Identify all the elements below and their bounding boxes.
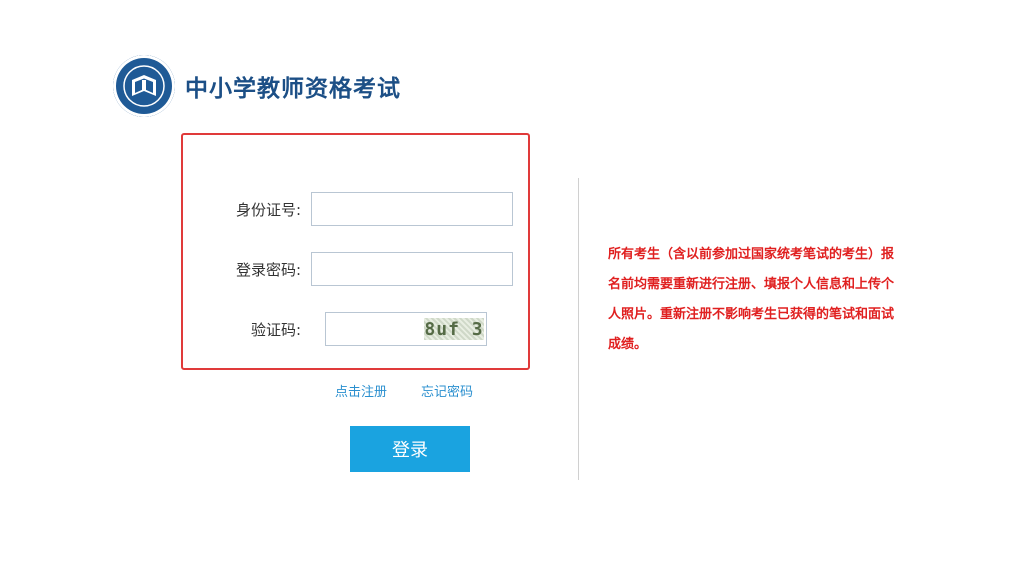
id-number-input[interactable]	[311, 192, 513, 226]
id-number-label: 身份证号:	[235, 200, 301, 219]
captcha-input[interactable]: 8uf 3	[325, 312, 487, 346]
registration-notice: 所有考生（含以前参加过国家统考笔试的考生）报名前均需要重新进行注册、填报个人信息…	[608, 247, 895, 352]
login-button[interactable]: 登录	[350, 426, 470, 472]
account-links: 点击注册 忘记密码	[335, 381, 473, 400]
captcha-label: 验证码:	[250, 320, 301, 339]
password-input[interactable]	[311, 252, 513, 286]
site-title: 中小学教师资格考试	[185, 76, 401, 102]
exam-logo-icon	[113, 55, 175, 117]
id-number-row: 身份证号:	[183, 192, 528, 226]
login-page: 中小学教师资格考试 身份证号: 登录密码: 验证码: 8uf 3 点击注册 忘记…	[0, 0, 1034, 566]
site-header: 中小学教师资格考试	[113, 55, 401, 117]
captcha-image[interactable]: 8uf 3	[424, 318, 484, 340]
forgot-password-link[interactable]: 忘记密码	[421, 381, 473, 400]
password-label: 登录密码:	[235, 260, 301, 279]
login-form: 身份证号: 登录密码: 验证码: 8uf 3	[181, 133, 530, 370]
register-link[interactable]: 点击注册	[335, 381, 387, 400]
vertical-divider	[578, 178, 579, 480]
captcha-row: 验证码: 8uf 3	[183, 312, 528, 346]
password-row: 登录密码:	[183, 252, 528, 286]
